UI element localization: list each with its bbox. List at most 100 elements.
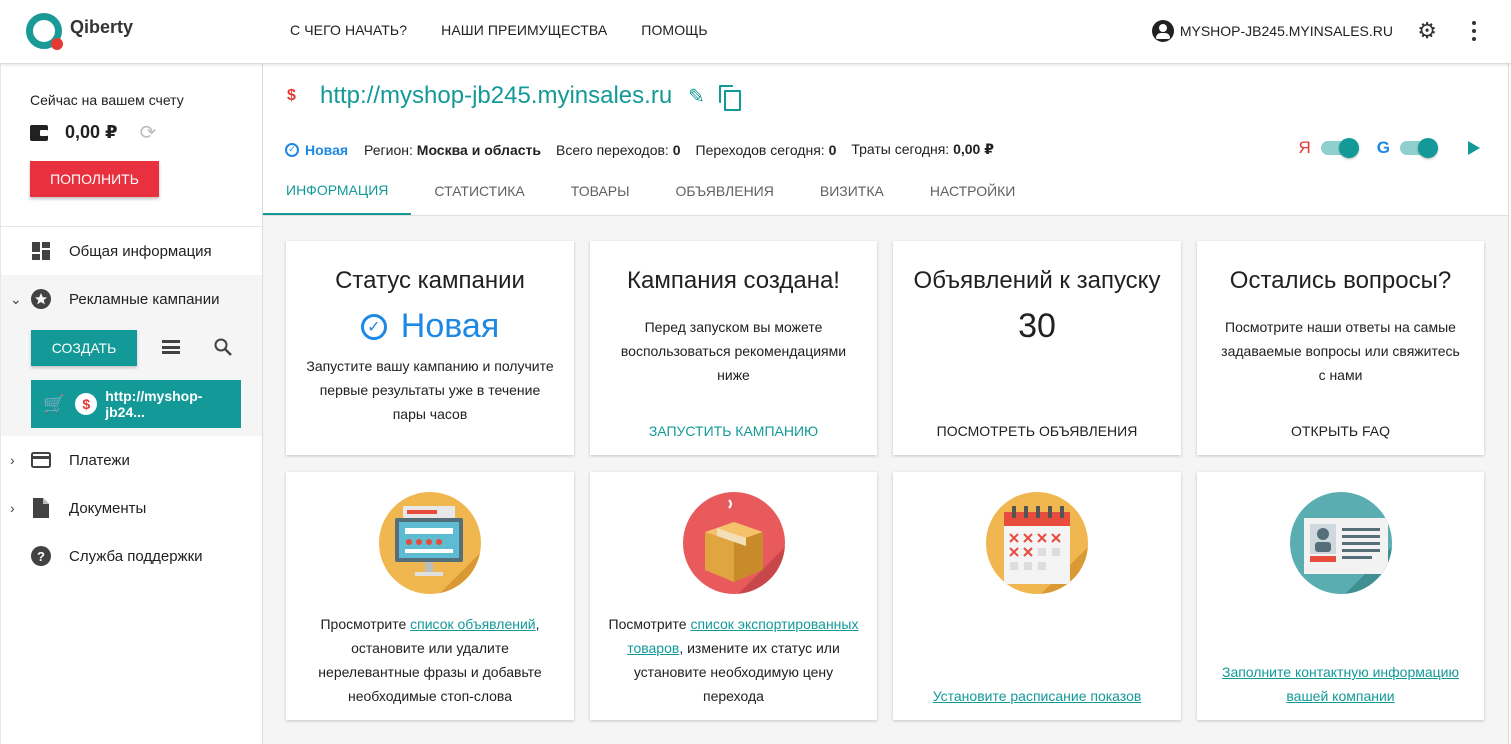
sidebar-item-campaigns[interactable]: ⌄ Рекламные кампании [1,275,262,323]
google-icon: G [1376,138,1390,157]
cart-icon: 🛒 [43,393,66,414]
schedule-link[interactable]: Установите расписание показов [933,688,1142,704]
list-icon[interactable] [162,340,180,354]
view-ads-button[interactable]: ПОСМОТРЕТЬ ОБЪЯВЛЕНИЯ [893,423,1181,439]
region-value: Москва и область [416,141,541,158]
card-text: Посмотрите наши ответы на самые задаваем… [1221,319,1460,383]
balance-amount: 0,00 ₽ [65,122,118,142]
tip-products-card: Посмотрите список экспортированных товар… [590,472,877,720]
total-clicks-value: 0 [672,141,681,158]
nav-getting-started[interactable]: С ЧЕГО НАЧАТЬ? [290,22,407,38]
yandex-icon: Я [1298,138,1311,157]
google-toggle[interactable] [1400,138,1438,158]
tab-business-card[interactable]: ВИЗИТКА [797,167,907,215]
logo-text: Qiberty [70,16,134,37]
tab-statistics[interactable]: СТАТИСТИКА [411,167,547,215]
nav-advantages[interactable]: НАШИ ПРЕИМУЩЕСТВА [441,22,607,38]
credit-card-icon [31,450,51,470]
tab-info[interactable]: ИНФОРМАЦИЯ [263,167,412,215]
star-icon [31,289,51,309]
campaigns-section: ⌄ Рекламные кампании СОЗДАТЬ 🛒 $ http://… [1,275,262,436]
today-clicks-label: Переходов сегодня: [695,141,825,158]
id-card-illustration-icon [1289,492,1392,594]
sidebar-item-label: Служба поддержки [69,547,203,565]
main-content: $ http://myshop-jb245.myinsales.ru ✎ ✓ Н… [263,64,1509,744]
logo[interactable]: Qiberty [26,12,133,50]
logo-icon [26,13,63,50]
calendar-illustration-icon [986,492,1088,594]
sidebar-item-label: Документы [69,499,147,517]
card-text: Заполните контактную информацию вашей ко… [1197,660,1484,708]
top-nav: С ЧЕГО НАЧАТЬ? НАШИ ПРЕИМУЩЕСТВА ПОМОЩЬ [290,22,742,38]
insales-logo-icon: $ [75,393,98,415]
check-circle-icon: ✓ [285,142,299,157]
card-title: Остались вопросы? [1229,267,1452,294]
tab-ads[interactable]: ОБЪЯВЛЕНИЯ [653,167,797,215]
campaign-item[interactable]: 🛒 $ http://myshop-jb24... [31,380,241,428]
total-clicks-label: Всего переходов: [555,141,669,158]
tip-schedule-card: Установите расписание показов [893,472,1181,720]
ads-list-link[interactable]: список объявлений [410,616,535,632]
card-title: Статус кампании [335,267,525,294]
tip-text: Посмотрите [608,616,691,632]
tip-ads-card: Просмотрите список объявлений, остановит… [286,472,574,720]
sidebar-item-payments[interactable]: › Платежи [1,436,262,484]
copy-icon[interactable] [718,85,741,111]
tab-settings[interactable]: НАСТРОЙКИ [907,167,1039,215]
play-icon[interactable] [1468,141,1480,155]
sidebar-item-general[interactable]: Общая информация [1,227,262,275]
sidebar-item-documents[interactable]: › Документы [1,484,262,532]
chevron-right-icon[interactable]: › [10,452,15,468]
site-url[interactable]: http://myshop-jb245.myinsales.ru [320,82,672,110]
chevron-down-icon[interactable]: ⌄ [10,291,22,308]
topup-button[interactable]: ПОПОЛНИТЬ [30,161,159,197]
card-text: Запустите вашу кампанию и получите первы… [306,358,554,422]
tab-products[interactable]: ТОВАРЫ [548,167,653,215]
balance-panel: Сейчас на вашем счету 0,00 ₽ ⟳ ПОПОЛНИТЬ [1,64,262,227]
card-title: Кампания создана! [627,267,840,294]
document-icon [31,498,51,518]
status-value: ✓ Новая [286,307,574,346]
tip-text: Просмотрите [320,616,411,632]
campaign-header: $ http://myshop-jb245.myinsales.ru ✎ ✓ Н… [263,64,1508,216]
create-campaign-button[interactable]: СОЗДАТЬ [31,330,137,366]
sidebar-item-label: Платежи [69,451,130,469]
card-title: Объявлений к запуску [913,267,1161,294]
insales-logo-icon: $ [287,87,296,104]
monitor-illustration-icon [379,492,481,594]
launch-campaign-button[interactable]: ЗАПУСТИТЬ КАМПАНИЮ [590,423,877,439]
svg-text:?: ? [37,549,45,564]
questions-card: Остались вопросы? Посмотрите наши ответы… [1197,241,1484,455]
gear-icon[interactable]: ⚙ [1417,20,1437,42]
region-label: Регион: [364,141,413,158]
ads-card: Объявлений к запуску 30 ПОСМОТРЕТЬ ОБЪЯВ… [893,241,1181,455]
card-text: Перед запуском вы можете воспользоваться… [620,319,847,383]
account-menu[interactable]: MYSHOP-JB245.MYINSALES.RU [1151,20,1393,42]
sidebar: Сейчас на вашем счету 0,00 ₽ ⟳ ПОПОЛНИТЬ… [0,64,263,744]
top-bar: Qiberty С ЧЕГО НАЧАТЬ? НАШИ ПРЕИМУЩЕСТВА… [0,0,1511,64]
more-vert-icon[interactable] [1471,21,1477,41]
sidebar-item-label: Общая информация [69,242,212,260]
status-card: Статус кампании ✓ Новая Запустите вашу к… [286,241,574,455]
wallet-icon [30,124,48,141]
dashboard-icon [31,241,51,261]
search-icon[interactable] [214,338,232,356]
sidebar-item-support[interactable]: ? Служба поддержки [1,532,262,580]
tab-bar: ИНФОРМАЦИЯ СТАТИСТИКА ТОВАРЫ ОБЪЯВЛЕНИЯ … [263,167,1038,215]
engine-toggles: Я G [1298,138,1480,158]
nav-help[interactable]: ПОМОЩЬ [641,22,707,38]
card-text: Посмотрите список экспортированных товар… [590,612,877,708]
campaign-item-label: http://myshop-jb24... [105,388,203,420]
yandex-toggle[interactable] [1320,138,1359,158]
refresh-icon[interactable]: ⟳ [140,123,157,143]
spend-today-value: 0,00 ₽ [953,141,994,157]
balance-label: Сейчас на вашем счету [30,92,184,108]
card-text: Просмотрите список объявлений, остановит… [286,612,574,708]
check-circle-icon: ✓ [360,313,387,340]
spend-today-label: Траты сегодня: [851,141,950,157]
edit-icon[interactable]: ✎ [688,84,705,109]
contacts-link[interactable]: Заполните контактную информацию вашей ко… [1222,664,1459,704]
status-label: Новая [305,141,349,158]
open-faq-button[interactable]: ОТКРЫТЬ FAQ [1197,423,1484,439]
chevron-right-icon[interactable]: › [10,500,15,516]
